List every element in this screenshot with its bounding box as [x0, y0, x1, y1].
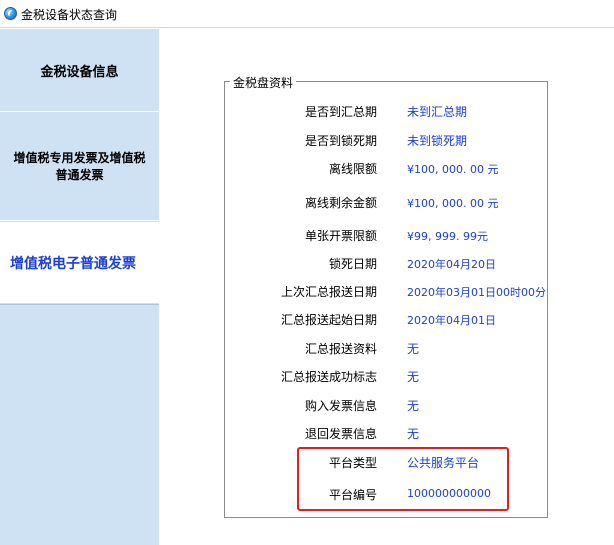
sidebar-item-label: 增值税专用发票及增值税普通发票 — [13, 150, 146, 182]
field-label: 汇总报送资料 — [304, 342, 377, 356]
field-label: 汇总报送成功标志 — [280, 370, 377, 384]
info-row-summary-start-date: 汇总报送起始日期 2020年04月01日 — [224, 311, 548, 327]
window-title: 金税设备状态查询 — [21, 8, 118, 22]
field-label: 购入发票信息 — [304, 399, 377, 413]
field-value: ¥99, 999. 99元 — [407, 230, 488, 243]
info-row-offline-remaining: 离线剩余金额 ¥100, 000. 00 元 — [224, 194, 548, 210]
field-value: 2020年04月01日 — [407, 314, 496, 327]
sidebar-item-label: 增值税电子普通发票 — [10, 255, 136, 272]
field-label: 离线剩余金额 — [304, 196, 377, 210]
info-row-purchased-invoices: 购入发票信息 无 — [224, 397, 548, 413]
sidebar-item-label: 金税设备信息 — [40, 65, 119, 80]
sidebar-item-device-info[interactable]: 金税设备信息 — [0, 29, 159, 112]
field-value: 2020年04月20日 — [407, 258, 496, 271]
field-label: 退回发票信息 — [304, 427, 377, 441]
field-label: 上次汇总报送日期 — [280, 285, 377, 299]
field-value: 无 — [407, 370, 420, 384]
field-label: 离线限额 — [328, 162, 377, 176]
field-value: ¥100, 000. 00 元 — [407, 197, 499, 210]
info-row-summary-data: 汇总报送资料 无 — [224, 340, 548, 356]
group-legend: 金税盘资料 — [230, 74, 297, 91]
info-row-returned-invoices: 退回发票信息 无 — [224, 425, 548, 441]
title-bar: 金税设备状态查询 — [0, 0, 614, 28]
info-row-single-invoice-limit: 单张开票限额 ¥99, 999. 99元 — [224, 227, 548, 243]
sidebar-item-e-invoice[interactable]: 增值税电子普通发票 — [0, 222, 159, 303]
field-value: 未到锁死期 — [407, 134, 468, 148]
info-row-lock-period: 是否到锁死期 未到锁死期 — [224, 132, 548, 148]
field-value: 2020年03月01日00时00分 — [407, 286, 546, 299]
sidebar: 金税设备信息 增值税专用发票及增值税普通发票 增值税电子普通发票 — [0, 29, 159, 545]
field-label: 单张开票限额 — [304, 229, 377, 243]
platform-highlight-box — [297, 447, 509, 511]
field-value: 无 — [407, 342, 420, 356]
field-label: 锁死日期 — [328, 257, 377, 271]
field-value: ¥100, 000. 00 元 — [407, 163, 499, 176]
sidebar-empty-area — [0, 304, 159, 545]
info-row-summary-success: 汇总报送成功标志 无 — [224, 368, 548, 384]
info-row-offline-limit: 离线限额 ¥100, 000. 00 元 — [224, 160, 548, 176]
sidebar-item-vat-invoices[interactable]: 增值税专用发票及增值税普通发票 — [0, 113, 159, 221]
field-label: 是否到汇总期 — [304, 105, 377, 119]
field-label: 汇总报送起始日期 — [280, 313, 377, 327]
info-row-last-summary-date: 上次汇总报送日期 2020年03月01日00时00分 — [224, 283, 548, 299]
app-logo-icon — [4, 7, 17, 20]
field-label: 是否到锁死期 — [304, 134, 377, 148]
field-value: 无 — [407, 427, 420, 441]
info-row-summary-period: 是否到汇总期 未到汇总期 — [224, 103, 548, 119]
field-value: 无 — [407, 399, 420, 413]
field-value: 未到汇总期 — [407, 105, 468, 119]
info-row-lock-date: 锁死日期 2020年04月20日 — [224, 255, 548, 271]
